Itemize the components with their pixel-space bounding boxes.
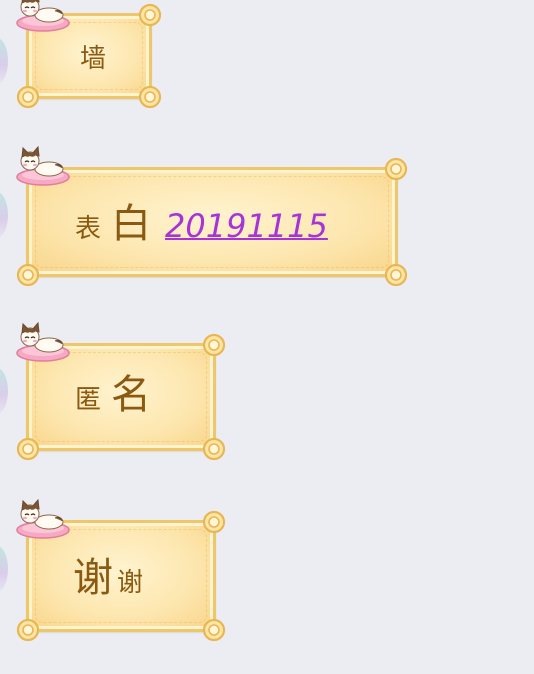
message-bubble[interactable]: 表 白 20191115 xyxy=(26,167,398,277)
message-text: 表 白 20191115 xyxy=(75,191,328,249)
message-char: 白 xyxy=(111,201,152,247)
sender-avatar[interactable] xyxy=(0,546,8,592)
knot-icon xyxy=(383,262,409,288)
knot-icon xyxy=(137,2,163,28)
message-text: 匿 名 xyxy=(75,362,151,420)
sender-avatar[interactable] xyxy=(0,38,8,84)
knot-icon xyxy=(15,617,41,643)
message-char: 墙 xyxy=(79,43,106,74)
sender-avatar[interactable] xyxy=(0,368,8,414)
message-bubble[interactable]: 墙 xyxy=(26,13,152,99)
message-char: 表 xyxy=(75,214,102,244)
message-char: 匿 xyxy=(75,385,102,415)
message-char: 谢 xyxy=(73,555,113,601)
knot-icon xyxy=(15,84,41,110)
knot-icon xyxy=(201,332,227,358)
knot-icon xyxy=(15,436,41,462)
message-text: 谢 谢 xyxy=(73,545,143,603)
message-bubble[interactable]: 匿 名 xyxy=(26,343,216,451)
cat-on-pillow-icon xyxy=(15,146,73,186)
message-link[interactable]: 20191115 xyxy=(165,207,328,245)
sender-avatar[interactable] xyxy=(0,192,8,238)
knot-icon xyxy=(201,617,227,643)
cat-on-pillow-icon xyxy=(15,0,73,32)
message-char: 名 xyxy=(111,372,152,418)
knot-icon xyxy=(201,436,227,462)
knot-icon xyxy=(15,262,41,288)
message-char: 谢 xyxy=(117,568,144,598)
message-bubble[interactable]: 谢 谢 xyxy=(26,520,216,632)
message-text: 墙 xyxy=(80,38,106,75)
knot-icon xyxy=(383,156,409,182)
cat-on-pillow-icon xyxy=(15,322,73,362)
knot-icon xyxy=(201,509,227,535)
cat-on-pillow-icon xyxy=(15,499,73,539)
knot-icon xyxy=(137,84,163,110)
